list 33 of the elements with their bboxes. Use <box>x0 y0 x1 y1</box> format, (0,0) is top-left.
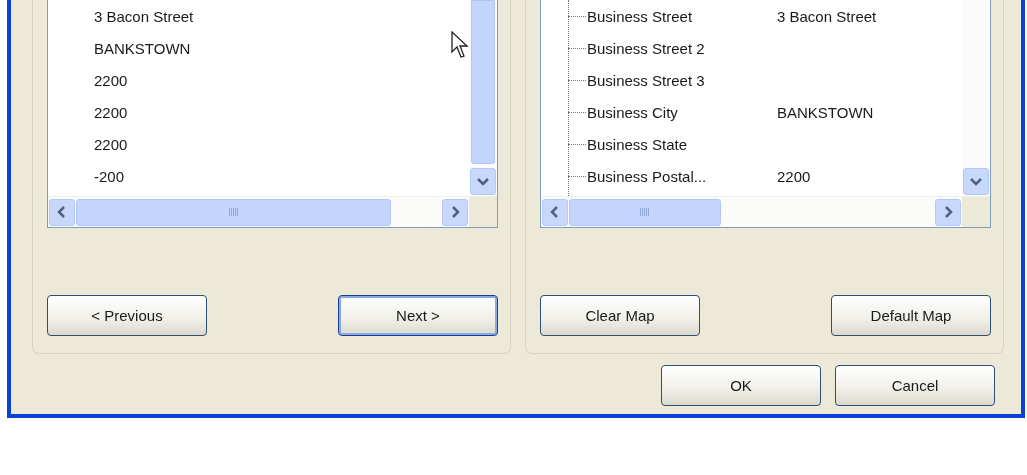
mapped-value: 3 Bacon Street <box>777 7 877 25</box>
previous-button[interactable]: < Previous <box>47 295 207 336</box>
list-item[interactable]: 2200 <box>94 64 469 96</box>
tree-item[interactable]: Business State <box>587 135 777 153</box>
clear-map-button[interactable]: Clear Map <box>540 295 700 336</box>
scrollbar-thumb[interactable] <box>569 198 721 226</box>
scrollbar-corner <box>469 197 497 227</box>
mapped-value: BANKSTOWN <box>777 103 874 121</box>
ok-button[interactable]: OK <box>661 365 821 406</box>
scroll-down-button[interactable] <box>963 168 989 195</box>
list-item[interactable]: -200 <box>94 160 469 192</box>
scroll-right-button[interactable] <box>442 198 468 226</box>
next-button[interactable]: Next > <box>338 295 498 336</box>
tree-item[interactable]: Business Street 2 <box>587 39 777 57</box>
scroll-right-button[interactable] <box>935 198 961 226</box>
list-item[interactable]: 3 Bacon Street <box>94 0 469 32</box>
cancel-button[interactable]: Cancel <box>835 365 995 406</box>
scrollbar-thumb[interactable] <box>471 0 495 164</box>
default-map-button[interactable]: Default Map <box>831 295 991 336</box>
scrollbar-corner <box>962 197 990 227</box>
scroll-left-button[interactable] <box>542 198 568 226</box>
grip-icon <box>228 208 239 216</box>
list-item[interactable]: 2200 <box>94 96 469 128</box>
grip-icon <box>640 208 650 216</box>
list-item[interactable]: 2200 <box>94 128 469 160</box>
tree-item[interactable]: Business Street <box>587 7 777 25</box>
tree-item[interactable]: Business Street 3 <box>587 71 777 89</box>
mapped-value: 2200 <box>777 167 811 185</box>
scrollbar-thumb[interactable] <box>76 198 391 226</box>
tree-item[interactable]: Business City <box>587 103 777 121</box>
scroll-left-button[interactable] <box>49 198 75 226</box>
tree-item[interactable]: Business Postal... <box>587 167 777 185</box>
scroll-down-button[interactable] <box>470 168 496 195</box>
